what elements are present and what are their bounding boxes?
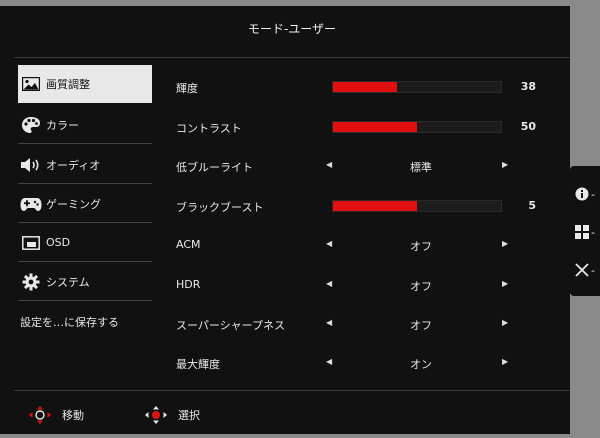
info-suffix: - (591, 187, 595, 201)
dpad-select-icon (144, 405, 168, 425)
move-hint: 移動 (28, 405, 84, 425)
slider-fill (333, 201, 417, 211)
sidebar-item-label: 設定を…に保存する (20, 316, 119, 329)
info-icon (575, 187, 589, 201)
dpad-move-icon (28, 405, 52, 425)
osd-menu: モード-ユーザー 画質調整 カラー オーディオ ゲーミング OSD システム 設… (0, 6, 570, 434)
slider-fill (333, 122, 417, 132)
setting-contrast[interactable]: コントラスト 50 (176, 111, 556, 141)
setting-value: オフ (410, 319, 432, 332)
sidebar: 画質調整 カラー オーディオ ゲーミング OSD システム 設定を…に保存する (14, 61, 154, 391)
close-icon (575, 263, 589, 277)
sidebar-item-label: カラー (46, 118, 79, 132)
sidebar-item-audio[interactable]: オーディオ (18, 146, 152, 184)
setting-label: 低ブルーライト (176, 161, 253, 174)
black-boost-slider[interactable] (332, 200, 502, 212)
grid-menu-icon (575, 225, 589, 239)
setting-acm[interactable]: ACM ◀ オフ ▶ (176, 229, 556, 259)
close-button[interactable]: - (572, 256, 598, 284)
arrow-right-icon[interactable]: ▶ (502, 357, 508, 366)
setting-brightness[interactable]: 輝度 38 (176, 71, 556, 101)
setting-label: 輝度 (176, 82, 198, 95)
gear-icon (20, 272, 42, 292)
title-bar: モード-ユーザー (14, 6, 570, 58)
setting-value: 標準 (410, 161, 432, 174)
contrast-slider[interactable] (332, 121, 502, 133)
picture-icon (20, 74, 42, 94)
info-button[interactable]: - (572, 180, 598, 208)
speaker-icon (20, 155, 42, 175)
arrow-left-icon[interactable]: ◀ (326, 279, 332, 288)
palette-icon (20, 115, 42, 135)
footer-hints: 移動 選択 (14, 390, 570, 434)
sidebar-item-label: ゲーミング (46, 197, 101, 211)
arrow-right-icon[interactable]: ▶ (502, 239, 508, 248)
sidebar-item-label: OSD (46, 236, 71, 249)
arrow-left-icon[interactable]: ◀ (326, 357, 332, 366)
setting-value: 5 (528, 199, 536, 212)
setting-label: コントラスト (176, 122, 242, 135)
sidebar-item-picture[interactable]: 画質調整 (18, 65, 152, 103)
osd-window-icon (20, 233, 42, 253)
sidebar-item-label: 画質調整 (46, 78, 90, 91)
sidebar-item-osd[interactable]: OSD (18, 224, 152, 262)
side-button-panel: - - - (570, 166, 600, 296)
setting-black-boost[interactable]: ブラックブースト 5 (176, 190, 556, 220)
sidebar-item-color[interactable]: カラー (18, 106, 152, 144)
sidebar-item-label: システム (46, 275, 90, 289)
setting-value: オン (410, 358, 432, 371)
setting-label: スーパーシャープネス (176, 319, 286, 332)
sidebar-item-gaming[interactable]: ゲーミング (18, 185, 152, 223)
select-label: 選択 (178, 409, 200, 422)
arrow-right-icon[interactable]: ▶ (502, 160, 508, 169)
setting-super-sharpness[interactable]: スーパーシャープネス ◀ オフ ▶ (176, 308, 556, 338)
setting-low-blue-light[interactable]: 低ブルーライト ◀ 標準 ▶ (176, 150, 556, 180)
setting-value: 38 (520, 80, 536, 93)
arrow-left-icon[interactable]: ◀ (326, 239, 332, 248)
select-hint: 選択 (144, 405, 200, 425)
brightness-slider[interactable] (332, 81, 502, 93)
setting-label: ブラックブースト (176, 201, 264, 214)
sidebar-item-label: オーディオ (46, 158, 101, 172)
setting-label: HDR (176, 278, 201, 291)
page-title: モード-ユーザー (247, 22, 337, 36)
save-settings-item[interactable]: 設定を…に保存する (18, 303, 152, 341)
arrow-left-icon[interactable]: ◀ (326, 318, 332, 327)
setting-max-brightness[interactable]: 最大輝度 ◀ オン ▶ (176, 347, 556, 377)
setting-value: オフ (410, 240, 432, 253)
arrow-right-icon[interactable]: ▶ (502, 318, 508, 327)
gamepad-icon (20, 194, 42, 214)
setting-value: 50 (520, 120, 536, 133)
menu-suffix: - (591, 225, 595, 239)
sidebar-item-system[interactable]: システム (18, 263, 152, 301)
setting-label: ACM (176, 238, 201, 251)
arrow-left-icon[interactable]: ◀ (326, 160, 332, 169)
setting-hdr[interactable]: HDR ◀ オフ ▶ (176, 269, 556, 299)
setting-value: オフ (410, 280, 432, 293)
arrow-right-icon[interactable]: ▶ (502, 279, 508, 288)
slider-fill (333, 82, 397, 92)
menu-button[interactable]: - (572, 218, 598, 246)
move-label: 移動 (62, 409, 84, 422)
setting-label: 最大輝度 (176, 358, 220, 371)
close-suffix: - (591, 263, 595, 277)
